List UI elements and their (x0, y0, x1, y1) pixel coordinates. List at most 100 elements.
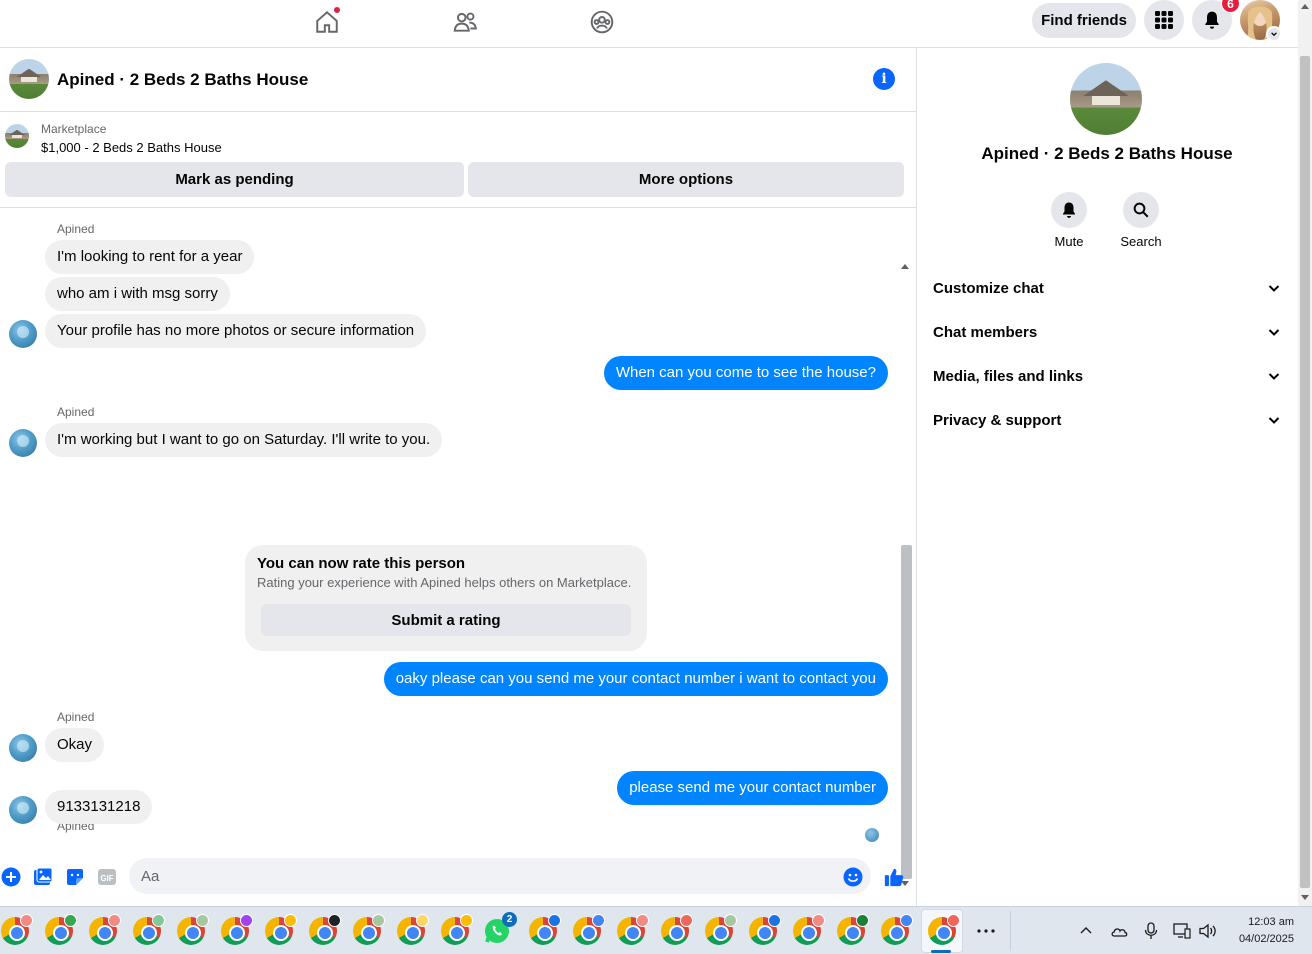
friends-nav-button[interactable] (445, 6, 485, 38)
chat-scrollbar[interactable] (898, 259, 913, 891)
svg-text:GIF: GIF (100, 874, 113, 883)
plus-circle-icon (1, 867, 21, 887)
scroll-up-arrow-icon[interactable] (1301, 4, 1309, 9)
more-options-button[interactable]: More options (468, 162, 904, 197)
section-label: Privacy & support (933, 411, 1062, 429)
taskbar-chrome-profile-15[interactable] (661, 914, 693, 945)
taskbar: 2 12:03 am 04/02/2025 (0, 906, 1312, 954)
account-menu-toggle[interactable] (1266, 26, 1282, 42)
chevron-down-icon (1268, 417, 1280, 424)
taskbar-chrome-active[interactable] (928, 914, 960, 945)
taskbar-chrome-profile-20[interactable] (881, 914, 913, 945)
sticker-icon (67, 869, 83, 885)
taskbar-chrome-profile-11[interactable] (441, 914, 473, 945)
taskbar-chrome-profile-8[interactable] (309, 914, 341, 945)
microphone-tray-button[interactable] (1143, 921, 1159, 946)
taskbar-chrome-profile-9[interactable] (353, 914, 385, 945)
active-app-indicator (931, 950, 951, 953)
sender-avatar[interactable] (9, 796, 37, 824)
message-incoming[interactable]: 9133131218 (45, 790, 153, 824)
section-label: Chat members (933, 323, 1038, 341)
message-incoming[interactable]: I'm looking to rent for a year (45, 240, 255, 274)
scroll-down-arrow-icon[interactable] (1301, 895, 1309, 900)
listing-title[interactable]: $1,000 - 2 Beds 2 Baths House (41, 140, 222, 155)
bell-icon (1205, 11, 1219, 29)
section-label: Customize chat (933, 279, 1044, 297)
home-nav-button[interactable] (307, 6, 347, 38)
emoji-button[interactable] (843, 867, 863, 887)
mute-button[interactable]: Mute (1039, 192, 1099, 249)
mark-as-pending-button[interactable]: Mark as pending (5, 162, 464, 197)
page-scroll-thumb[interactable] (1300, 56, 1310, 888)
notifications-badge: 6 (1221, 0, 1240, 13)
message-incoming[interactable]: I'm working but I want to go on Saturday… (45, 423, 443, 457)
taskbar-chrome-profile-13[interactable] (573, 914, 605, 945)
sidebar-chat-avatar[interactable] (1070, 63, 1142, 135)
find-friends-button[interactable]: Find friends (1032, 3, 1136, 38)
clock-date[interactable]: 04/02/2025 (1222, 933, 1294, 945)
mute-label: Mute (1054, 234, 1084, 249)
taskbar-chrome-profile-10[interactable] (397, 914, 429, 945)
bell-icon (1063, 202, 1075, 218)
customize-chat-section[interactable]: Customize chat (933, 268, 1281, 308)
menu-button[interactable] (1144, 0, 1184, 40)
network-icon (1173, 923, 1191, 939)
page-scrollbar[interactable] (1298, 0, 1312, 906)
gif-button[interactable]: GIF (97, 867, 117, 887)
message-outgoing[interactable]: oaky please can you send me your contact… (383, 662, 888, 696)
smiley-icon (843, 867, 863, 887)
message-incoming[interactable]: Okay (45, 728, 105, 762)
groups-nav-button[interactable] (582, 6, 622, 38)
taskbar-chrome-profile-1[interactable] (1, 914, 33, 945)
speaker-icon (1199, 923, 1216, 939)
onedrive-tray-button[interactable] (1110, 923, 1128, 944)
scroll-thumb[interactable] (901, 545, 912, 879)
message-composer: GIF (0, 852, 916, 900)
message-incoming[interactable]: Your profile has no more photos or secur… (45, 314, 427, 348)
taskbar-chrome-profile-19[interactable] (837, 914, 869, 945)
volume-tray-button[interactable] (1198, 922, 1218, 945)
sidebar-chat-name: Apined · 2 Beds 2 Baths House (981, 144, 1233, 163)
taskbar-chrome-profile-12[interactable] (529, 914, 561, 945)
message-outgoing[interactable]: please send me your contact number (617, 771, 888, 805)
taskbar-chrome-profile-3[interactable] (89, 914, 121, 945)
network-tray-button[interactable] (1172, 922, 1192, 945)
taskbar-chrome-profile-16[interactable] (705, 914, 737, 945)
more-actions-button[interactable] (1, 867, 21, 887)
search-in-chat-button[interactable]: Search (1111, 192, 1171, 249)
message-input[interactable] (129, 858, 871, 894)
sender-avatar[interactable] (9, 734, 37, 762)
taskbar-overflow-button[interactable] (975, 921, 997, 941)
taskbar-chrome-profile-6[interactable] (221, 914, 253, 945)
submit-rating-button[interactable]: Submit a rating (261, 604, 631, 636)
clock-time[interactable]: 12:03 am (1222, 916, 1294, 928)
message-outgoing[interactable]: When can you come to see the house? (603, 356, 888, 390)
sender-avatar[interactable] (9, 320, 37, 348)
taskbar-chrome-profile-5[interactable] (177, 914, 209, 945)
listing-thumbnail[interactable] (5, 124, 29, 148)
scroll-up-arrow-icon[interactable] (901, 264, 909, 269)
chat-pane: Apined · 2 Beds 2 Baths House i Marketpl… (0, 48, 917, 906)
taskbar-chrome-profile-18[interactable] (793, 914, 825, 945)
sender-avatar[interactable] (9, 429, 37, 457)
sticker-button[interactable] (65, 867, 85, 887)
media-files-links-section[interactable]: Media, files and links (933, 356, 1281, 396)
notifications-button[interactable]: 6 (1192, 0, 1240, 40)
taskbar-chrome-profile-17[interactable] (749, 914, 781, 945)
like-button[interactable] (883, 867, 905, 887)
show-hidden-icons-button[interactable] (1078, 923, 1094, 944)
taskbar-chrome-profile-7[interactable] (265, 914, 297, 945)
taskbar-chrome-profile-14[interactable] (617, 914, 649, 945)
privacy-support-section[interactable]: Privacy & support (933, 400, 1281, 440)
thumbs-up-icon (884, 868, 904, 887)
chat-avatar[interactable] (9, 59, 49, 99)
attach-photo-button[interactable] (33, 867, 53, 887)
message-incoming[interactable]: who am i with msg sorry (45, 277, 230, 311)
info-icon[interactable]: i (873, 68, 895, 90)
taskbar-chrome-profile-2[interactable] (45, 914, 77, 945)
chat-title[interactable]: Apined · 2 Beds 2 Baths House (57, 70, 308, 90)
taskbar-chrome-profile-4[interactable] (133, 914, 165, 945)
taskbar-whatsapp[interactable]: 2 (483, 912, 517, 945)
chat-members-section[interactable]: Chat members (933, 312, 1281, 352)
rating-card-subtitle: Rating your experience with Apined helps… (257, 575, 632, 590)
